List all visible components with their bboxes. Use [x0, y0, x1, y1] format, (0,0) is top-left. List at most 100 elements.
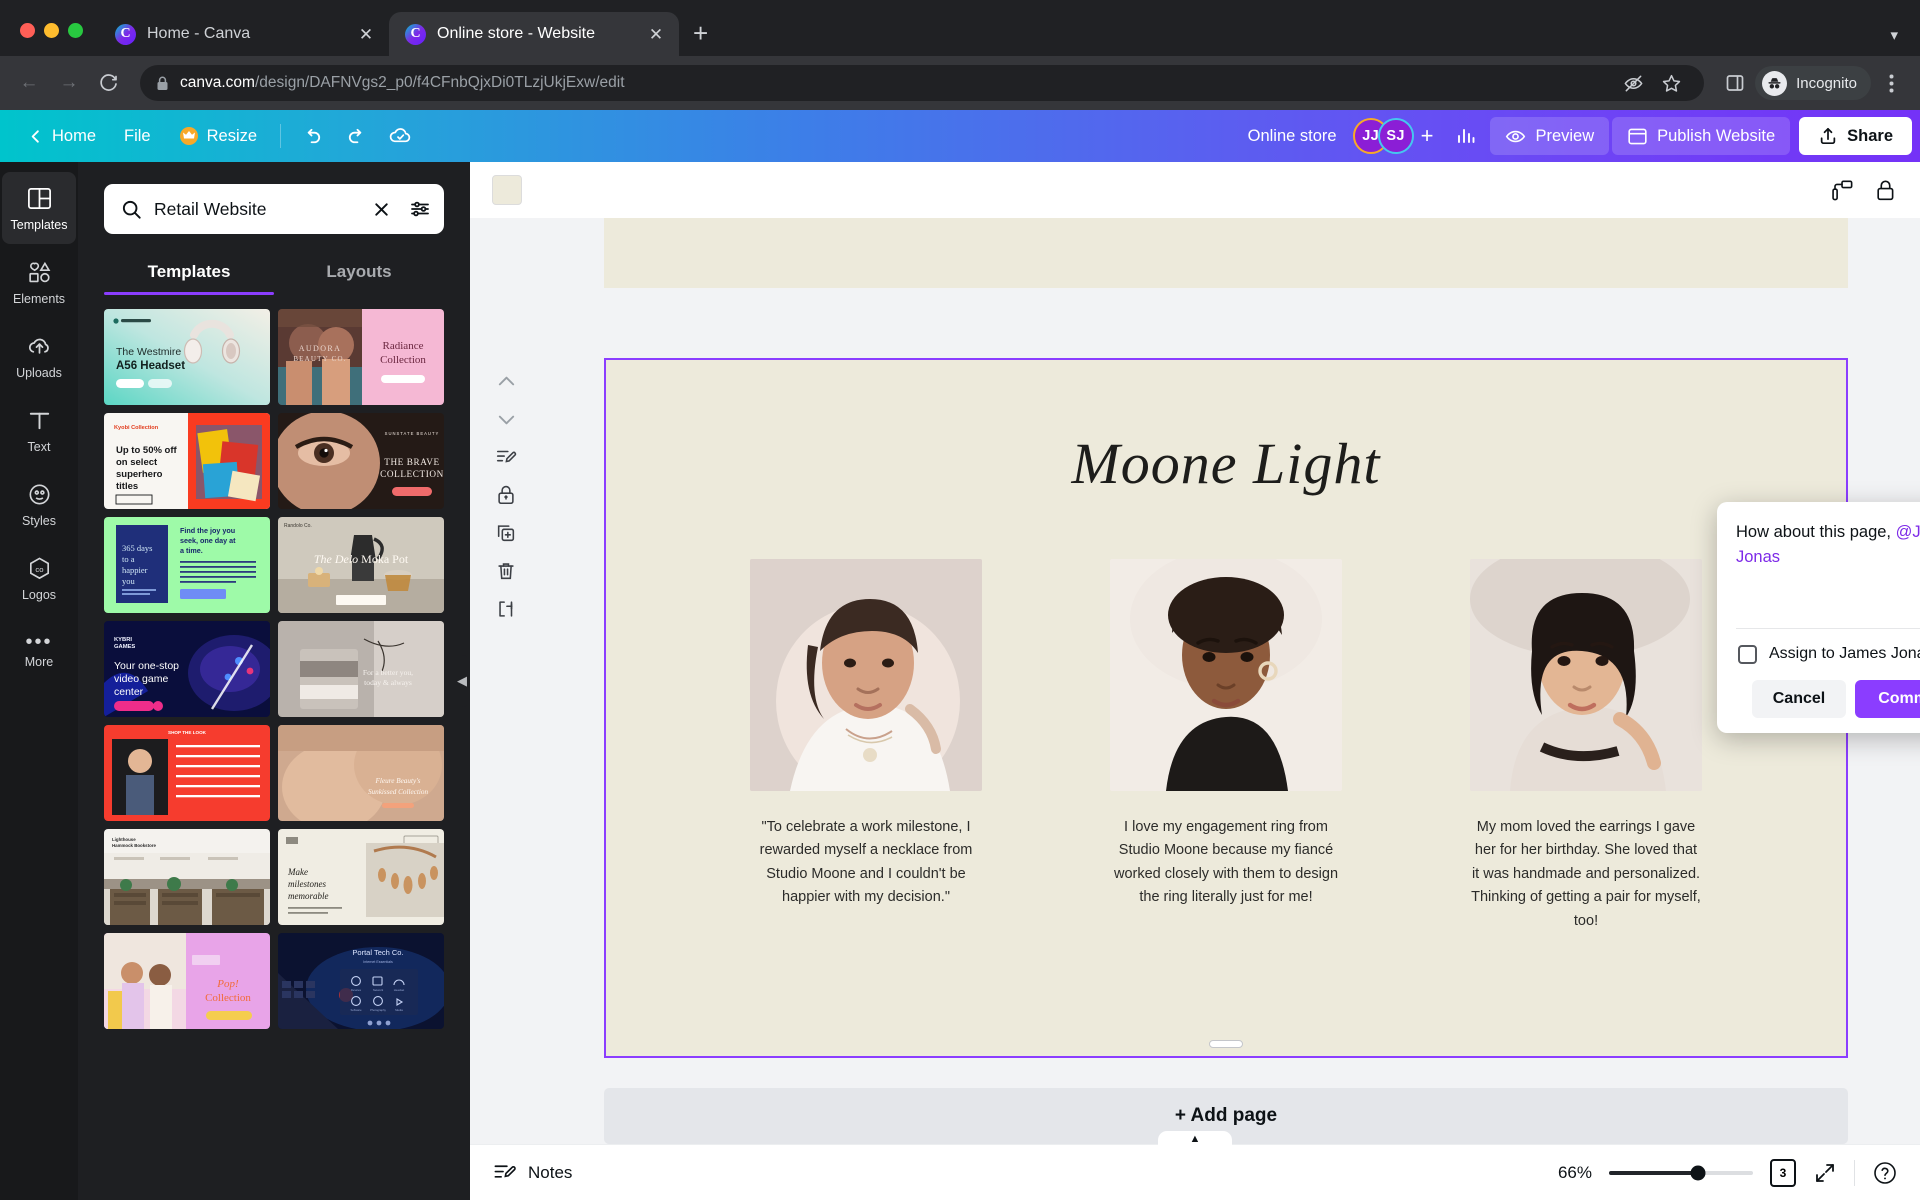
insights-icon[interactable]: [1445, 117, 1487, 155]
incognito-icon: [1762, 70, 1788, 96]
home-button[interactable]: Home: [14, 117, 109, 155]
reload-icon[interactable]: [92, 66, 126, 100]
testimonial-text[interactable]: "To celebrate a work milestone, I reward…: [750, 816, 982, 910]
testimonial-card[interactable]: My mom loved the earrings I gave her for…: [1470, 559, 1702, 933]
address-bar[interactable]: canva.com/design/DAFNVgs2_p0/f4CFnbQjxDi…: [140, 65, 1705, 101]
tab-title: Home - Canva: [147, 25, 251, 42]
eye-slash-icon[interactable]: [1616, 66, 1650, 100]
sidebar-item-elements[interactable]: Elements: [2, 246, 76, 318]
testimonial-text[interactable]: My mom loved the earrings I gave her for…: [1470, 816, 1702, 933]
tab-templates[interactable]: Templates: [104, 254, 274, 295]
tab-layouts[interactable]: Layouts: [274, 254, 444, 295]
page-color-swatch[interactable]: [492, 175, 522, 205]
preview-button[interactable]: Preview: [1490, 117, 1610, 155]
duplicate-page-icon[interactable]: [489, 518, 523, 548]
previous-page[interactable]: [604, 218, 1848, 288]
cloud-saved-icon[interactable]: [379, 117, 421, 155]
browser-tab-online-store[interactable]: C Online store - Website ✕: [389, 12, 679, 56]
page-resize-handle[interactable]: [1209, 1040, 1243, 1048]
help-icon[interactable]: [1872, 1160, 1898, 1186]
maximize-window-button[interactable]: [68, 23, 83, 38]
zoom-slider-knob[interactable]: [1690, 1165, 1706, 1180]
template-thumbnail[interactable]: Kyobi Collection Up to 50% off on select…: [104, 413, 270, 509]
profile-incognito-button[interactable]: Incognito: [1755, 66, 1871, 100]
close-icon[interactable]: ✕: [645, 23, 667, 45]
back-button[interactable]: ←: [12, 66, 46, 100]
undo-button[interactable]: [291, 117, 333, 155]
assign-checkbox-row[interactable]: Assign to James Jonas: [1736, 629, 1920, 680]
browser-tab-home[interactable]: C Home - Canva ✕: [99, 12, 389, 56]
page-notes-icon[interactable]: [489, 442, 523, 472]
collapse-timeline-button[interactable]: ▲: [1158, 1131, 1232, 1146]
chevron-down-icon[interactable]: ▾: [1890, 26, 1898, 44]
testimonial-photo[interactable]: [750, 559, 982, 791]
comment-draft-text[interactable]: How about this page, @James Jonas: [1736, 520, 1920, 570]
template-thumbnail[interactable]: For a better you, today & always: [278, 621, 444, 717]
svg-text:Lighthouse: Lighthouse: [112, 837, 136, 842]
delete-page-icon[interactable]: [489, 556, 523, 586]
template-thumbnail[interactable]: Portal Tech Co. Internet Essentials Devi…: [278, 933, 444, 1029]
lock-icon[interactable]: [1873, 178, 1898, 203]
notes-button[interactable]: Notes: [492, 1160, 572, 1185]
resize-button[interactable]: Resize: [166, 117, 270, 155]
zoom-slider[interactable]: [1609, 1165, 1753, 1180]
file-menu-button[interactable]: File: [111, 117, 164, 155]
template-thumbnail[interactable]: The Westmire A56 Headset: [104, 309, 270, 405]
chevron-up-icon[interactable]: [489, 366, 523, 396]
template-thumbnail[interactable]: AUDORA BEAUTY CO. Radiance Collection: [278, 309, 444, 405]
lock-page-icon[interactable]: [489, 480, 523, 510]
sidebar-item-logos[interactable]: co Logos: [2, 542, 76, 614]
template-thumbnail[interactable]: KYBRI GAMES Your one-stop video game cen…: [104, 621, 270, 717]
testimonial-photo[interactable]: [1110, 559, 1342, 791]
sidebar-item-templates[interactable]: Templates: [2, 172, 76, 244]
new-tab-button[interactable]: +: [679, 20, 722, 56]
page-count-button[interactable]: 3: [1770, 1158, 1796, 1187]
bookmark-star-icon[interactable]: [1654, 66, 1688, 100]
template-thumbnail[interactable]: Randolo Co. The Delo Moka Pot: [278, 517, 444, 613]
testimonial-card[interactable]: I love my engagement ring from Studio Mo…: [1110, 559, 1342, 933]
filter-icon[interactable]: [409, 198, 431, 220]
avatar[interactable]: SJ: [1377, 118, 1414, 154]
fullscreen-icon[interactable]: [1813, 1161, 1837, 1185]
design-page[interactable]: Moone Light "To celebrate a work milesto…: [604, 358, 1848, 1058]
assign-checkbox[interactable]: [1738, 644, 1757, 664]
svg-text:The Westmire: The Westmire: [116, 346, 181, 358]
chevron-down-icon[interactable]: [489, 404, 523, 434]
sidebar-item-uploads[interactable]: Uploads: [2, 320, 76, 392]
forward-button[interactable]: →: [52, 66, 86, 100]
template-thumbnail[interactable]: Fleure Beauty's Sunkissed Collection: [278, 725, 444, 821]
search-icon: [121, 199, 142, 220]
clear-search-icon[interactable]: [372, 200, 391, 219]
paint-roller-icon[interactable]: [1830, 178, 1855, 203]
collapse-panel-button[interactable]: ◀: [454, 655, 470, 707]
testimonial-text[interactable]: I love my engagement ring from Studio Mo…: [1110, 816, 1342, 910]
add-page-icon[interactable]: [489, 594, 523, 624]
svg-text:Network: Network: [373, 988, 384, 992]
sidebar-item-text[interactable]: Text: [2, 394, 76, 466]
share-button[interactable]: Share: [1799, 117, 1912, 155]
document-title[interactable]: Online store: [1234, 127, 1351, 146]
template-thumbnail[interactable]: SUNSTATE BEAUTY THE BRAVE COLLECTION: [278, 413, 444, 509]
publish-website-button[interactable]: Publish Website: [1612, 117, 1791, 155]
minimize-window-button[interactable]: [44, 23, 59, 38]
sidebar-item-styles[interactable]: Styles: [2, 468, 76, 540]
sidepanel-icon[interactable]: [1718, 66, 1752, 100]
testimonial-card[interactable]: "To celebrate a work milestone, I reward…: [750, 559, 982, 933]
add-collaborator-button[interactable]: +: [1414, 125, 1444, 147]
close-icon[interactable]: ✕: [355, 23, 377, 45]
template-thumbnail[interactable]: Lighthouse Hammock Bookstore: [104, 829, 270, 925]
testimonial-photo[interactable]: [1470, 559, 1702, 791]
comment-submit-button[interactable]: Comment: [1855, 679, 1920, 718]
template-thumbnail[interactable]: Pop! Collection: [104, 933, 270, 1029]
search-input[interactable]: Retail Website: [104, 184, 444, 234]
browser-menu-icon[interactable]: [1874, 66, 1908, 100]
template-thumbnail[interactable]: Make milestones memorable: [278, 829, 444, 925]
sidebar-item-more[interactable]: ••• More: [2, 616, 76, 688]
cancel-button[interactable]: Cancel: [1751, 679, 1847, 718]
template-thumbnail[interactable]: 365 days to a happier you Find the joy y…: [104, 517, 270, 613]
page-heading[interactable]: Moone Light: [606, 360, 1846, 497]
sidebar-item-label: Logos: [21, 587, 57, 602]
redo-button[interactable]: [335, 117, 377, 155]
close-window-button[interactable]: [20, 23, 35, 38]
template-thumbnail[interactable]: SHOP THE LOOK: [104, 725, 270, 821]
